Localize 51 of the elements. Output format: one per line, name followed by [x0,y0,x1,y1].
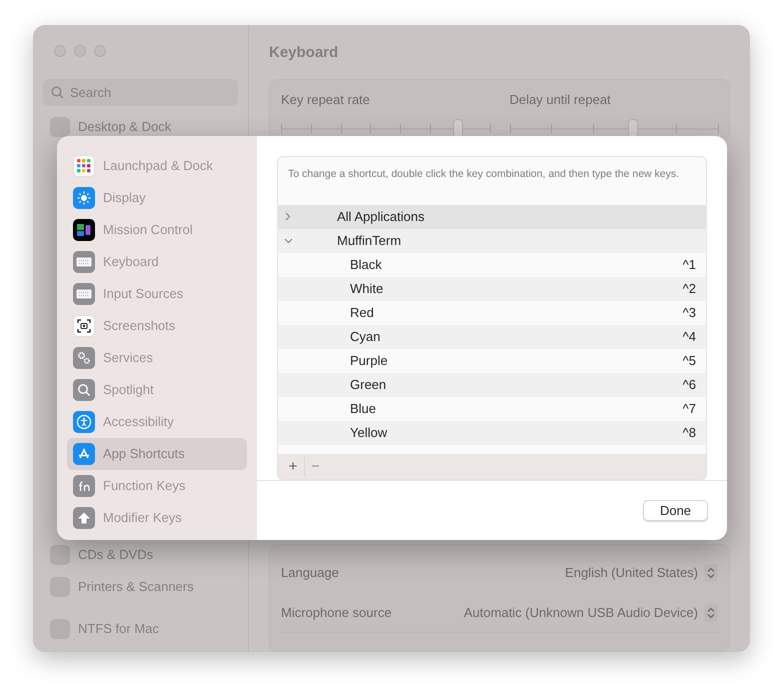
chevron-updown-icon[interactable] [704,564,718,582]
sidebar-item[interactable]: Launchpad & Dock [67,150,247,182]
hint-text: To change a shortcut, double click the key combination, and then type the new keys. [287,167,680,182]
done-button[interactable]: Done [643,500,708,521]
sidebar-item[interactable]: Input Sources [67,278,247,310]
sidebar-item[interactable]: Accessibility [67,406,247,438]
popup-value[interactable]: English (United States) [565,563,698,583]
settings-icon [50,117,70,137]
fn-key-icon [73,475,95,497]
magnifier-icon [73,379,95,401]
keyboard-icon [73,251,95,273]
chevron-updown-icon[interactable] [704,604,718,622]
search-icon [51,86,64,99]
list-row[interactable]: Green ^6 [278,372,706,397]
window-title: Keyboard [269,43,340,63]
sidebar-item[interactable]: Mission Control [67,214,247,246]
sidebar-item[interactable]: Keyboard [67,246,247,278]
screenshot-icon [73,315,95,337]
popup-value[interactable]: Automatic (Unknown USB Audio Device) [464,602,698,622]
accessibility-icon [73,411,95,433]
slider-label: Key repeat rate [281,90,371,109]
search-field[interactable]: Search [43,79,238,106]
slider-label: Delay until repeat [510,90,612,109]
sidebar-item[interactable]: Desktop & Dock [78,117,172,137]
chevron-down-icon[interactable] [283,236,293,246]
sidebar-item[interactable]: CDs & DVDs [78,545,154,565]
grid-icon [73,155,95,177]
sidebar-item[interactable]: Modifier Keys [67,502,247,534]
sidebar-item[interactable]: Function Keys [67,470,247,502]
list-row[interactable]: MuffinTerm [278,228,706,253]
sidebar-item[interactable]: Display [67,182,247,214]
keyboard-icon [73,283,95,305]
list-row[interactable]: Cyan ^4 [278,324,706,349]
gears-icon [73,347,95,369]
sidebar-item[interactable]: Spotlight [67,374,247,406]
sidebar-item[interactable]: Services [67,342,247,374]
windows-icon [73,219,95,241]
add-button[interactable]: + [282,456,304,477]
sidebar-item[interactable]: Printers & Scanners [78,577,194,597]
sidebar-item[interactable]: Screenshots [67,310,247,342]
chevron-right-icon[interactable] [283,212,293,222]
sidebar-item[interactable]: App Shortcuts [67,438,247,470]
settings-icon [50,545,70,565]
list-row[interactable]: All Applications [278,204,706,229]
setting-label: Microphone source [281,604,392,622]
list-row[interactable]: White ^2 [278,276,706,301]
list-row[interactable]: Yellow ^8 [278,420,706,445]
app-store-icon [73,443,95,465]
sun-icon [73,187,95,209]
sidebar-item[interactable]: NTFS for Mac [78,619,159,639]
setting-label: Language [281,564,339,582]
